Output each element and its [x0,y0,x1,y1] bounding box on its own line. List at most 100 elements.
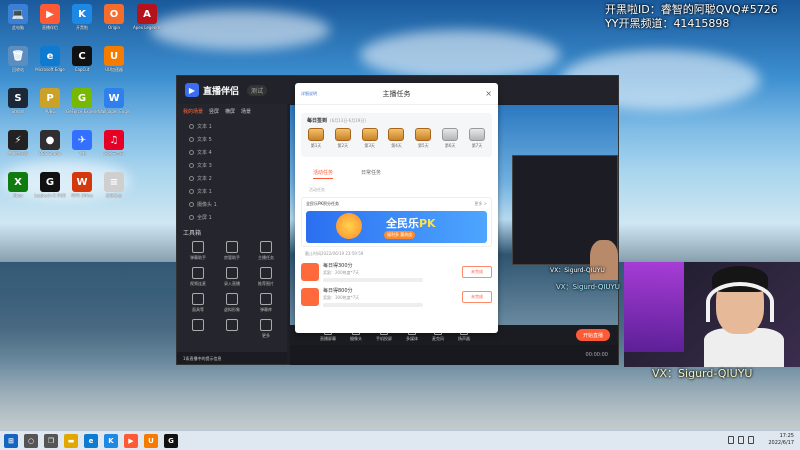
close-icon[interactable]: × [485,89,492,98]
desktop-icon[interactable]: K 开黑啦 [66,4,98,30]
taskbar-file-explorer-icon[interactable]: ▬ [64,433,78,448]
taskbar-apps: ⊞ ○ ❐ ▬ e K ▶ U G [4,433,184,448]
desktop-icon[interactable]: G Logitech G HUB [34,172,66,198]
eye-icon[interactable] [189,149,194,155]
help-link[interactable]: 详细说明 [301,91,317,97]
reward-sub: 奖励：200热度*7天 [323,270,360,275]
taskbar-uu-accelerator-icon[interactable]: U [144,433,158,448]
checkin-day[interactable]: 第5天 [414,128,432,149]
sidebar-footer[interactable]: 1条直播中的提示信息 [177,352,287,364]
desktop-icon[interactable]: 🗑 回收站 [2,46,34,72]
task-card-header: 全民乐PK积分任务 更多 > [306,201,487,207]
tool-button[interactable]: 面具等 [181,293,215,313]
scene-item[interactable]: 文本 1 [181,120,283,132]
tool-button[interactable] [181,319,215,339]
eye-icon[interactable] [189,123,194,129]
network-icon[interactable] [728,436,734,444]
task-more-link[interactable]: 更多 > [474,201,487,207]
reward-status-button[interactable]: 未完成 [462,291,492,303]
app-icon: C [72,46,92,66]
sidebar-tab[interactable]: 我的场景 [183,108,203,115]
app-icon: 🗑 [8,46,28,66]
eye-icon[interactable] [189,175,194,181]
desktop-icon[interactable]: W Wallpaper Engine [98,88,130,114]
tool-button[interactable]: 推荐图片 [249,267,283,287]
checkin-day[interactable]: 第7天 [468,128,486,149]
desktop-icon[interactable]: U UU加速器 [98,46,130,72]
eye-icon[interactable] [189,214,194,220]
tool-label: 弹幕库 [260,307,272,312]
tool-button[interactable]: 录入直播 [215,267,249,287]
app-icon: O [104,4,124,24]
desktop-icon[interactable]: e Microsoft Edge [34,46,66,72]
desktop-icon[interactable]: X Xbox [2,172,34,198]
scene-label: 文本 3 [197,162,212,169]
desktop-icon[interactable]: O Origin [98,4,130,30]
desktop-icon[interactable]: ● OBS Studio [34,130,66,156]
tool-button[interactable] [215,319,249,339]
scene-item[interactable]: 文本 4 [181,146,283,158]
desktop-icon[interactable]: A Apex Legends [131,4,163,30]
app-icon: ⚡ [8,130,28,150]
taskbar-start-icon[interactable]: ⊞ [4,433,18,448]
desktop-icon[interactable]: GGeForce Experience [66,88,98,114]
reward-title: 每日得800分 [323,288,353,294]
sidebar-tabs: 我的场景 竖屏 横屏 场景 [177,104,287,119]
checkin-day[interactable]: 第1天 [307,128,325,149]
start-live-button[interactable]: 开始直播 [576,329,610,341]
desktop-icon[interactable]: C CapCut [66,46,98,72]
tool-button[interactable]: 房管助手 [215,241,249,261]
tab-activity-tasks[interactable]: 活动任务 [313,169,334,179]
app-icon: ✈ [72,130,92,150]
reward-status-button[interactable]: 未完成 [462,266,492,278]
desktop-icon-label: 网易云音乐 [104,151,124,156]
clock[interactable]: 17:25 2022/6/17 [768,433,794,447]
eye-icon[interactable] [189,162,194,168]
desktop-icon[interactable]: ≡ 新建文本 [98,172,130,198]
taskbar-live-companion-icon[interactable]: ▶ [124,433,138,448]
taskbar-kaiheila-icon[interactable]: K [104,433,118,448]
sidebar-tab[interactable]: 横屏 [225,108,235,115]
volume-icon[interactable] [738,436,744,444]
desktop-icon[interactable]: W WPS Office [66,172,98,198]
checkin-day[interactable]: 第2天 [334,128,352,149]
tool-button[interactable]: 虚拟形象 [215,293,249,313]
sidebar-tab[interactable]: 场景 [241,108,251,115]
app-version-badge[interactable]: 测试 [247,84,268,96]
input-method-icon[interactable] [748,436,754,444]
checkin-day[interactable]: 第6天 [441,128,459,149]
tool-label: 面具等 [192,307,204,312]
scene-item[interactable]: 文本 2 [181,172,283,184]
taskbar-search-icon[interactable]: ○ [24,433,38,448]
eye-icon[interactable] [189,136,194,142]
taskbar-edge-icon[interactable]: e [84,433,98,448]
checkin-day[interactable]: 第3天 [361,128,379,149]
eye-icon[interactable] [189,188,194,194]
desktop-icon[interactable]: ✈ 飞书 [66,130,98,156]
flame-icon [301,288,319,306]
desktop-icon-label: Xbox [13,193,23,198]
desktop-icon[interactable]: ▶ 直播伴侣 [34,4,66,30]
pk-banner[interactable]: 全民乐PK 福利多 赢热度 [306,211,487,243]
checkin-day[interactable]: 第4天 [387,128,405,149]
sidebar-tab[interactable]: 竖屏 [209,108,219,115]
desktop-icon[interactable]: S Steam [2,88,34,114]
scene-item[interactable]: 文本 1 [181,185,283,197]
scene-item[interactable]: 文本 3 [181,159,283,171]
eye-icon[interactable] [189,201,194,207]
tool-button[interactable]: 主播任务 [249,241,283,261]
desktop-icon[interactable]: ⚡ 雷神加速器 [2,130,34,156]
desktop-icon[interactable]: P PUBG [34,88,66,114]
desktop-icon[interactable]: 💻 此电脑 [2,4,34,30]
taskbar-logitech-icon[interactable]: G [164,433,178,448]
scene-item[interactable]: 摄像头 1 [181,198,283,210]
desktop-icon[interactable]: ♫ 网易云音乐 [98,130,130,156]
taskbar-task-view-icon[interactable]: ❐ [44,433,58,448]
tool-button[interactable]: 更多 [249,319,283,339]
tab-daily-tasks[interactable]: 日常任务 [361,169,381,179]
tool-button[interactable]: 弹幕助手 [181,241,215,261]
scene-item[interactable]: 全屏 1 [181,211,283,223]
tool-button[interactable]: 弹幕库 [249,293,283,313]
tool-button[interactable]: 视频连麦 [181,267,215,287]
scene-item[interactable]: 文本 5 [181,133,283,145]
